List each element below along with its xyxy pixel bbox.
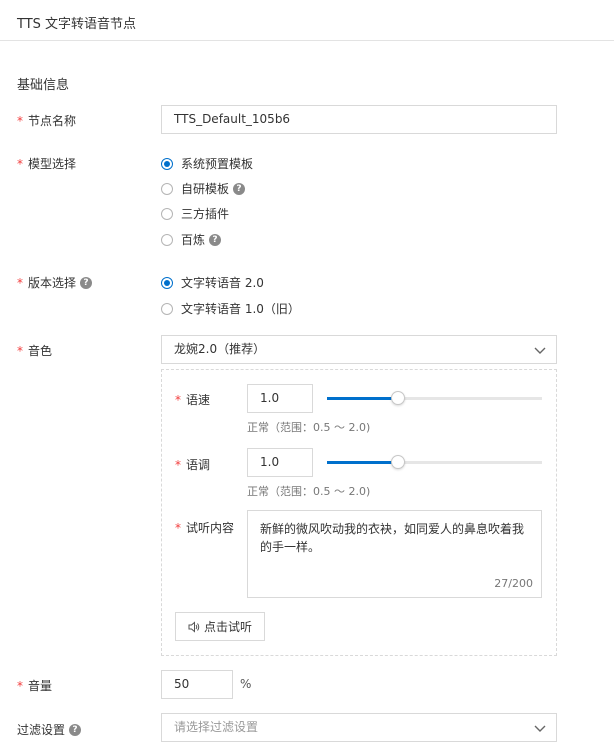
speed-hint: 正常（范围：0.5 ～ 2.0) — [247, 421, 371, 434]
required-mark: * — [17, 343, 23, 358]
model-option-label: 系统预置模板 — [181, 157, 254, 171]
model-option-label: 三方插件 — [181, 207, 230, 221]
speed-input[interactable]: 1.0 — [247, 384, 313, 413]
required-mark: * — [175, 392, 181, 407]
pitch-hint: 正常（范围：0.5 ～ 2.0) — [247, 485, 371, 498]
model-option-plugin[interactable]: 三方插件 — [161, 205, 229, 222]
pitch-slider-handle[interactable] — [390, 455, 405, 469]
pitch-label: * 语调 — [175, 456, 210, 473]
volume-label-text: 音量 — [28, 679, 53, 693]
panel-header: TTS 文字转语音节点 — [0, 0, 614, 41]
preview-label-text: 试听内容 — [186, 521, 235, 535]
question-circle-icon[interactable]: ? — [209, 233, 222, 246]
filter-label-text: 过滤设置 — [17, 723, 66, 737]
voice-select-value: 龙婉2.0（推荐） — [174, 342, 266, 356]
required-mark: * — [17, 678, 23, 693]
volume-unit: % — [240, 677, 252, 691]
speed-label-text: 语速 — [186, 393, 211, 407]
node-name-label-text: 节点名称 — [28, 114, 77, 128]
model-option-custom[interactable]: 自研模板 ? — [161, 180, 246, 197]
node-name-input[interactable]: TTS_Default_105b6 — [161, 105, 557, 134]
radio-unchecked[interactable] — [161, 302, 173, 315]
chevron-down-icon — [534, 347, 546, 354]
section-title: 基础信息 — [17, 78, 70, 93]
pitch-slider[interactable] — [327, 455, 542, 469]
voice-label-text: 音色 — [28, 344, 53, 358]
version-label-text: 版本选择 — [28, 276, 77, 290]
radio-unchecked[interactable] — [161, 207, 173, 220]
chevron-down-icon — [534, 725, 546, 732]
voice-label: * 音色 — [17, 342, 52, 359]
volume-input[interactable]: 50 — [161, 670, 233, 699]
preview-textarea[interactable]: 新鲜的微风吹动我的衣袂，如同爱人的鼻息吹着我的手一样。 27/200 — [247, 510, 542, 598]
voice-select[interactable]: 龙婉2.0（推荐） — [161, 335, 557, 364]
model-option-label: 百炼 — [181, 233, 206, 247]
required-mark: * — [175, 457, 181, 472]
question-circle-icon[interactable]: ? — [80, 276, 93, 289]
required-mark: * — [17, 113, 23, 128]
volume-label: * 音量 — [17, 677, 52, 694]
speed-slider-fill — [327, 397, 398, 400]
filter-select-placeholder: 请选择过滤设置 — [174, 720, 259, 734]
pitch-input[interactable]: 1.0 — [247, 448, 313, 477]
pitch-slider-fill — [327, 461, 398, 464]
required-mark: * — [17, 156, 23, 171]
speed-slider-handle[interactable] — [390, 391, 405, 405]
speaker-icon — [188, 620, 200, 633]
required-mark: * — [17, 275, 23, 290]
filter-select[interactable]: 请选择过滤设置 — [161, 713, 557, 742]
version-option-label: 文字转语音 1.0（旧） — [181, 302, 300, 316]
version-label: * 版本选择 ? — [17, 274, 93, 291]
radio-unchecked[interactable] — [161, 182, 173, 195]
model-option-system[interactable]: 系统预置模板 — [161, 155, 253, 172]
question-circle-icon[interactable]: ? — [233, 182, 246, 195]
model-option-label: 自研模板 — [181, 182, 230, 196]
question-circle-icon[interactable]: ? — [69, 723, 82, 736]
play-preview-button[interactable]: 点击试听 — [175, 612, 265, 641]
version-option-1[interactable]: 文字转语音 1.0（旧） — [161, 300, 300, 317]
node-name-label: * 节点名称 — [17, 112, 76, 129]
filter-label: 过滤设置 ? — [17, 721, 82, 738]
play-preview-label: 点击试听 — [203, 620, 252, 634]
pitch-label-text: 语调 — [186, 458, 211, 472]
speed-label: * 语速 — [175, 391, 210, 408]
version-option-2[interactable]: 文字转语音 2.0 — [161, 274, 264, 291]
required-mark: * — [175, 520, 181, 535]
radio-checked[interactable] — [161, 276, 173, 289]
speed-slider[interactable] — [327, 391, 542, 405]
radio-checked[interactable] — [161, 157, 173, 170]
version-option-label: 文字转语音 2.0 — [181, 276, 264, 290]
panel-title: TTS 文字转语音节点 — [17, 17, 137, 32]
char-counter: 27/200 — [494, 577, 533, 590]
radio-unchecked[interactable] — [161, 233, 173, 246]
preview-text: 新鲜的微风吹动我的衣袂，如同爱人的鼻息吹着我的手一样。 — [260, 522, 525, 554]
model-label: * 模型选择 — [17, 155, 76, 172]
preview-label: * 试听内容 — [175, 519, 234, 536]
model-option-bailian[interactable]: 百炼 ? — [161, 231, 222, 248]
model-label-text: 模型选择 — [28, 157, 77, 171]
